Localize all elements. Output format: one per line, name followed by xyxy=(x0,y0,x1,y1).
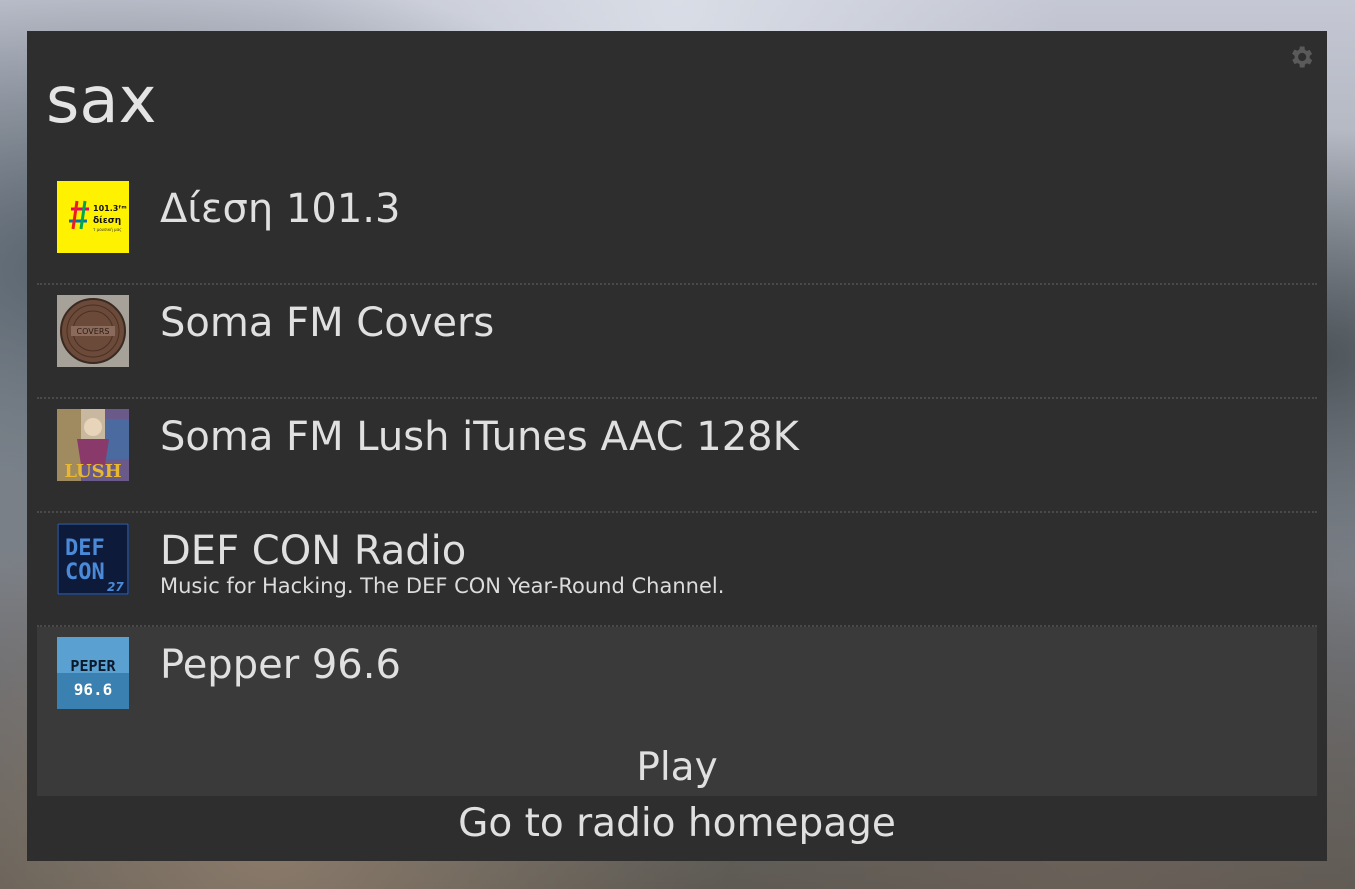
result-name: DEF CON Radio xyxy=(160,528,467,574)
svg-text:LUSH: LUSH xyxy=(64,461,121,481)
result-name: Soma FM Lush iTunes AAC 128K xyxy=(160,414,799,460)
svg-text:96.6: 96.6 xyxy=(74,680,113,699)
result-name: Δίεση 101.3 xyxy=(160,186,401,232)
svg-text:COVERS: COVERS xyxy=(77,327,110,336)
svg-text:CON: CON xyxy=(65,560,105,585)
diesi-logo: 101.3ᶠᵐ δίεση τ μουσική μας xyxy=(57,181,129,253)
result-item-defcon[interactable]: DEF CON 27 DEF CON Radio Music for Hacki… xyxy=(37,513,1317,627)
svg-text:δίεση: δίεση xyxy=(93,215,121,226)
pepper-logo: PEPER 96.6 xyxy=(57,637,129,709)
soma-covers-logo: COVERS xyxy=(57,295,129,367)
result-item-pepper[interactable]: PEPER 96.6 Pepper 96.6 xyxy=(37,627,1317,741)
launcher-panel: sax 101.3ᶠᵐ δίεση τ μουσική μας Δίεση 10… xyxy=(27,31,1327,861)
result-item-soma-covers[interactable]: COVERS Soma FM Covers xyxy=(37,285,1317,399)
result-name: Pepper 96.6 xyxy=(160,642,401,688)
soma-lush-logo: LUSH xyxy=(57,409,129,481)
svg-text:101.3ᶠᵐ: 101.3ᶠᵐ xyxy=(93,204,127,213)
svg-text:DEF: DEF xyxy=(65,536,105,561)
result-name: Soma FM Covers xyxy=(160,300,495,346)
results-list: 101.3ᶠᵐ δίεση τ μουσική μας Δίεση 101.3 … xyxy=(37,171,1317,741)
result-description: Music for Hacking. The DEF CON Year-Roun… xyxy=(160,574,725,598)
play-button[interactable]: Play xyxy=(37,740,1317,796)
defcon-logo: DEF CON 27 xyxy=(57,523,129,595)
svg-text:PEPER: PEPER xyxy=(70,657,116,675)
svg-text:27: 27 xyxy=(107,580,124,594)
result-item-soma-lush[interactable]: LUSH Soma FM Lush iTunes AAC 128K xyxy=(37,399,1317,513)
homepage-button[interactable]: Go to radio homepage xyxy=(37,796,1317,852)
search-query[interactable]: sax xyxy=(46,65,156,137)
svg-text:τ μουσική μας: τ μουσική μας xyxy=(93,227,122,232)
result-item-diesi[interactable]: 101.3ᶠᵐ δίεση τ μουσική μας Δίεση 101.3 xyxy=(37,171,1317,285)
gear-icon[interactable] xyxy=(1287,43,1315,71)
